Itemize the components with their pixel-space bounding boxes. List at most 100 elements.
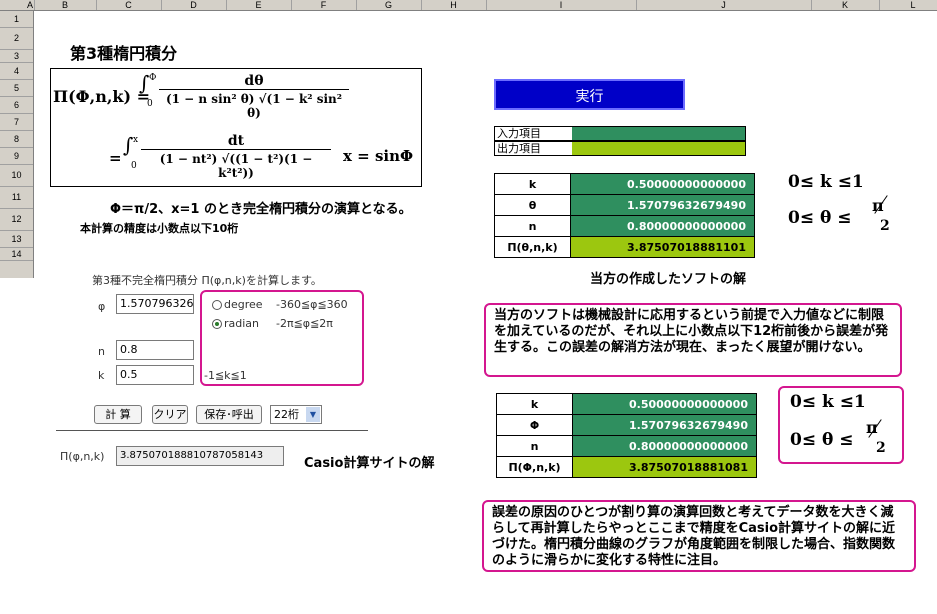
result-divider	[56, 430, 368, 431]
run-button[interactable]: 実行	[494, 79, 685, 110]
param-label: Φ	[496, 414, 573, 436]
table-row: k 0.50000000000000	[494, 173, 755, 195]
fraction-1-denominator: (1 − n sin² θ) √(1 − k² sin² θ)	[165, 92, 343, 120]
param-label: n	[496, 435, 573, 457]
result-output[interactable]: 3.87507018881078705814​3	[116, 446, 284, 466]
digits-selected-value: 22桁	[274, 408, 299, 421]
n-input[interactable]: 0.8	[116, 340, 194, 360]
radian-range: -2π≦φ≦2π	[276, 317, 333, 330]
row-header-cell[interactable]: 1	[0, 11, 33, 28]
integral-upper-1: Φ	[149, 73, 157, 83]
result-value: 3.87507018881101	[570, 236, 755, 258]
phi-label: φ	[98, 300, 106, 313]
result-label: Π(Φ,n,k)	[496, 456, 573, 478]
input-legend-label: 入力項目	[495, 127, 575, 140]
row-header-bar: 1 2 3 4 5 6 7 8 9 10 11 12 13 14	[0, 11, 34, 278]
k-range-note: -1≦k≦1	[204, 369, 247, 382]
row-header-cell[interactable]: 2	[0, 28, 33, 50]
column-header-cell[interactable]: J	[636, 0, 812, 10]
integral-upper-2: x	[133, 135, 139, 145]
table-row: n 0.80000000000000	[494, 215, 755, 237]
input-legend: 入力項目	[494, 126, 746, 141]
calculate-button[interactable]: 計 算	[94, 405, 142, 424]
clear-button[interactable]: クリア	[152, 405, 188, 424]
chevron-down-icon[interactable]: ▼	[306, 407, 320, 422]
fraction-2: dt (1 − nt²) √((1 − t²)(1 − k²t²))	[141, 133, 331, 180]
table-row: k 0.50000000000000	[496, 393, 757, 415]
column-header-cell[interactable]: E	[226, 0, 292, 10]
row-header-cell[interactable]: 4	[0, 63, 33, 80]
degree-radio[interactable]	[212, 300, 222, 310]
row-header-cell[interactable]: 12	[0, 209, 33, 231]
table-row: Φ 1.57079632679490	[496, 414, 757, 436]
radian-label: radian	[224, 317, 260, 330]
integral-lower-1: 0	[147, 99, 153, 109]
output-legend: 出力項目	[494, 141, 746, 156]
column-header-cell[interactable]: B	[34, 0, 97, 10]
degree-label: degree	[224, 298, 263, 311]
output-legend-label: 出力項目	[495, 142, 575, 155]
param-label: n	[494, 215, 571, 237]
param-value[interactable]: 1.57079632679490	[572, 414, 757, 436]
column-header-cell[interactable]: K	[811, 0, 880, 10]
result-value: 3.87507018881081	[572, 456, 757, 478]
row-header-cell[interactable]: 7	[0, 114, 33, 131]
param-label: θ	[494, 194, 571, 216]
table-row: Π(θ,n,k) 3.87507018881101	[494, 236, 755, 258]
row-header-cell[interactable]: 10	[0, 165, 33, 187]
output-legend-swatch	[572, 142, 745, 155]
radian-radio[interactable]	[212, 319, 222, 329]
row-header-cell[interactable]: 14	[0, 248, 33, 261]
integral-lower-2: 0	[131, 161, 137, 171]
error-note-callout: 当方のソフトは機械設計に応用するという前提で入力値などに制限を加えているのだが、…	[484, 303, 902, 377]
k-input[interactable]: 0.5	[116, 365, 194, 385]
theta-range-1: 0≤ θ ≤	[788, 208, 852, 228]
k-range-1: 0≤ k ≤1	[788, 172, 864, 192]
formula-box: Π(Φ,n,k) = ∫ Φ 0 dθ (1 − n sin² θ) √(1 −…	[50, 68, 422, 187]
precision-note: 本計算の精度は小数点以下10桁	[80, 222, 239, 235]
fraction-2-numerator: dt	[141, 133, 331, 150]
two-denominator-2: 2	[876, 440, 886, 456]
column-header-cell[interactable]: G	[356, 0, 422, 10]
fraction-2-denominator: (1 − nt²) √((1 − t²)(1 − k²t²))	[159, 152, 313, 180]
table-row: Π(Φ,n,k) 3.87507018881081	[496, 456, 757, 478]
table-row: θ 1.57079632679490	[494, 194, 755, 216]
input-legend-swatch	[572, 127, 745, 140]
row-header-cell[interactable]: 8	[0, 131, 33, 148]
row-header-cell[interactable]: 11	[0, 187, 33, 209]
column-header-cell[interactable]: F	[291, 0, 357, 10]
param-label: k	[494, 173, 571, 195]
formula-equals: =	[109, 149, 122, 167]
casio-heading: 第3種不完全楕円積分 Π(φ,n,k)を計算します。	[92, 274, 322, 287]
param-value[interactable]: 1.57079632679490	[570, 194, 755, 216]
column-header-cell[interactable]: C	[96, 0, 162, 10]
sheet-title: 第3種楕円積分	[70, 44, 178, 63]
column-header-cell[interactable]: H	[421, 0, 487, 10]
phi-input[interactable]: 1.570796326	[116, 294, 194, 314]
save-load-button[interactable]: 保存･呼出	[196, 405, 262, 424]
result-table-own: k 0.50000000000000 θ 1.57079632679490 n 0.8…	[494, 173, 755, 258]
theta-range-2: 0≤ θ ≤	[790, 430, 854, 450]
row-header-cell[interactable]: 6	[0, 97, 33, 114]
result-table-casio-compare: k 0.50000000000000 Φ 1.57079632679490 n 0.8…	[496, 393, 757, 478]
casio-caption: Casio計算サイトの解	[304, 456, 435, 471]
param-value[interactable]: 0.50000000000000	[570, 173, 755, 195]
row-header-cell[interactable]: 13	[0, 231, 33, 248]
column-header-cell[interactable]: I	[486, 0, 637, 10]
row-header-cell[interactable]: 3	[0, 50, 33, 63]
digits-select[interactable]: 22桁 ▼	[270, 405, 322, 424]
param-value[interactable]: 0.80000000000000	[570, 215, 755, 237]
param-value[interactable]: 0.50000000000000	[572, 393, 757, 415]
result-label: Π(φ,n,k)	[60, 450, 105, 463]
column-header-cell[interactable]: D	[161, 0, 227, 10]
param-value[interactable]: 0.80000000000000	[572, 435, 757, 457]
improvement-callout: 誤差の原因のひとつが割り算の演算回数と考えてデータ数を大きく減らして再計算したら…	[482, 500, 916, 572]
own-software-caption: 当方の作成したソフトの解	[590, 272, 747, 287]
table-row: n 0.80000000000000	[496, 435, 757, 457]
row-header-cell[interactable]: 5	[0, 80, 33, 97]
column-header-cell[interactable]: L	[879, 0, 937, 10]
result-label: Π(θ,n,k)	[494, 236, 571, 258]
formula-lhs: Π(Φ,n,k) =	[53, 87, 151, 106]
param-label: k	[496, 393, 573, 415]
row-header-cell[interactable]: 9	[0, 148, 33, 165]
